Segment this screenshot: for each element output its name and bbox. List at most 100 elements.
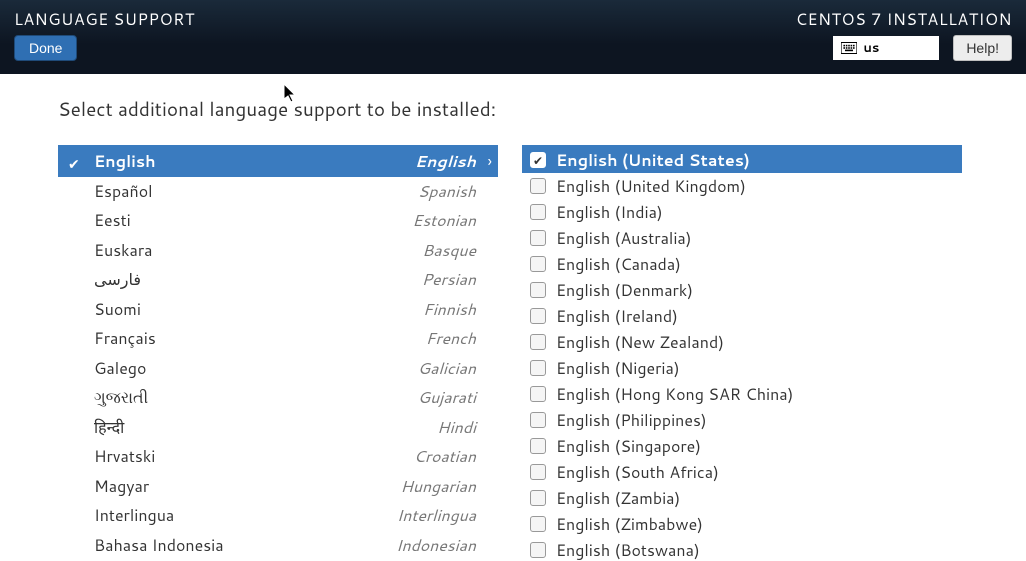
language-native-label: Bahasa Indonesia xyxy=(94,534,396,557)
locale-row[interactable]: English (Singapore) xyxy=(522,433,962,459)
locale-checkbox[interactable] xyxy=(530,464,546,480)
locale-label: English (Zambia) xyxy=(556,487,680,510)
locale-label: English (Canada) xyxy=(556,253,681,276)
locale-label: English (United States) xyxy=(556,149,750,172)
language-list[interactable]: ✔EnglishEnglish›EspañolSpanishEestiEston… xyxy=(58,145,498,561)
language-english-label: Interlingua xyxy=(397,504,484,527)
top-bar-left: LANGUAGE SUPPORT Done xyxy=(14,8,195,61)
language-row[interactable]: InterlinguaInterlingua xyxy=(58,501,498,531)
locale-row[interactable]: English (Canada) xyxy=(522,251,962,277)
locale-label: English (Australia) xyxy=(556,227,692,250)
language-row[interactable]: EspañolSpanish xyxy=(58,177,498,207)
locale-row[interactable]: English (South Africa) xyxy=(522,459,962,485)
locale-checkbox[interactable] xyxy=(530,152,546,168)
language-english-label: Estonian xyxy=(412,209,484,232)
keyboard-icon xyxy=(841,42,857,54)
locale-checkbox[interactable] xyxy=(530,256,546,272)
language-native-label: Interlingua xyxy=(94,504,397,527)
done-button[interactable]: Done xyxy=(14,35,77,61)
language-row[interactable]: ✔EnglishEnglish› xyxy=(58,147,498,177)
locale-label: English (United Kingdom) xyxy=(556,175,746,198)
locale-row[interactable]: English (United Kingdom) xyxy=(522,173,962,199)
language-row[interactable]: SuomiFinnish xyxy=(58,295,498,325)
locale-checkbox[interactable] xyxy=(530,282,546,298)
locale-checkbox[interactable] xyxy=(530,308,546,324)
locale-checkbox[interactable] xyxy=(530,360,546,376)
language-row[interactable]: EuskaraBasque xyxy=(58,236,498,266)
locale-label: English (Nigeria) xyxy=(556,357,680,380)
top-bar: LANGUAGE SUPPORT Done CENTOS 7 INSTALLAT… xyxy=(0,0,1026,74)
locale-label: English (Botswana) xyxy=(556,539,700,561)
language-row[interactable]: فارسیPersian xyxy=(58,265,498,295)
locale-checkbox[interactable] xyxy=(530,542,546,558)
language-row[interactable]: HrvatskiCroatian xyxy=(58,442,498,472)
language-english-label: Croatian xyxy=(413,445,484,468)
lists-container: ✔EnglishEnglish›EspañolSpanishEestiEston… xyxy=(58,145,994,561)
locale-label: English (South Africa) xyxy=(556,461,719,484)
language-native-label: Español xyxy=(94,180,418,203)
locale-checkbox[interactable] xyxy=(530,386,546,402)
language-english-label: French xyxy=(426,327,484,350)
language-native-label: Français xyxy=(94,327,426,350)
language-native-label: Galego xyxy=(94,357,418,380)
language-row[interactable]: MagyarHungarian xyxy=(58,472,498,502)
prompt-text: Select additional language support to be… xyxy=(58,96,994,123)
locale-row[interactable]: English (Zambia) xyxy=(522,485,962,511)
language-row[interactable]: ગુજરાતીGujarati xyxy=(58,383,498,413)
locale-checkbox[interactable] xyxy=(530,334,546,350)
language-native-label: ગુજરાતી xyxy=(94,386,418,409)
locale-checkbox[interactable] xyxy=(530,204,546,220)
keyboard-layout-indicator[interactable]: us xyxy=(833,36,939,60)
language-english-label: Persian xyxy=(422,268,484,291)
language-native-label: Magyar xyxy=(94,475,400,498)
language-english-label: Spanish xyxy=(418,180,484,203)
language-native-label: فارسی xyxy=(94,268,422,291)
language-english-label: Galician xyxy=(418,357,484,380)
locale-row[interactable]: English (Australia) xyxy=(522,225,962,251)
locale-label: English (Zimbabwe) xyxy=(556,513,703,536)
language-row[interactable]: GalegoGalician xyxy=(58,354,498,384)
language-english-label: Gujarati xyxy=(418,386,484,409)
locale-row[interactable]: English (Nigeria) xyxy=(522,355,962,381)
language-row[interactable]: Bahasa IndonesiaIndonesian xyxy=(58,531,498,561)
help-button[interactable]: Help! xyxy=(953,35,1012,61)
language-english-label: Indonesian xyxy=(396,534,484,557)
locale-row[interactable]: English (United States) xyxy=(522,147,962,173)
locale-row[interactable]: English (New Zealand) xyxy=(522,329,962,355)
language-english-label: English xyxy=(415,150,484,173)
locale-row[interactable]: English (Philippines) xyxy=(522,407,962,433)
content: Select additional language support to be… xyxy=(0,74,1026,561)
locale-row[interactable]: English (Hong Kong SAR China) xyxy=(522,381,962,407)
language-row[interactable]: EestiEstonian xyxy=(58,206,498,236)
language-native-label: Eesti xyxy=(94,209,412,232)
language-native-label: Suomi xyxy=(94,298,423,321)
language-native-label: Hrvatski xyxy=(94,445,413,468)
locale-row[interactable]: English (India) xyxy=(522,199,962,225)
keyboard-layout-label: us xyxy=(863,39,879,57)
locale-checkbox[interactable] xyxy=(530,230,546,246)
language-english-label: Finnish xyxy=(423,298,484,321)
locale-row[interactable]: English (Ireland) xyxy=(522,303,962,329)
install-title: CENTOS 7 INSTALLATION xyxy=(796,8,1012,31)
locale-row[interactable]: English (Zimbabwe) xyxy=(522,511,962,537)
locale-row[interactable]: English (Denmark) xyxy=(522,277,962,303)
language-english-label: Basque xyxy=(422,239,484,262)
locale-list[interactable]: English (United States) English (United K… xyxy=(522,145,962,561)
locale-label: English (New Zealand) xyxy=(556,331,724,354)
language-row[interactable]: हिन्दीHindi xyxy=(58,413,498,443)
language-native-label: Euskara xyxy=(94,239,422,262)
locale-checkbox[interactable] xyxy=(530,490,546,506)
locale-row[interactable]: English (Botswana) xyxy=(522,537,962,561)
locale-checkbox[interactable] xyxy=(530,438,546,454)
right-controls: us Help! xyxy=(833,35,1012,61)
page-title: LANGUAGE SUPPORT xyxy=(14,8,195,31)
locale-checkbox[interactable] xyxy=(530,412,546,428)
language-row[interactable]: FrançaisFrench xyxy=(58,324,498,354)
language-native-label: English xyxy=(94,150,415,173)
check-icon: ✔ xyxy=(68,154,80,174)
locale-label: English (India) xyxy=(556,201,663,224)
chevron-right-icon: › xyxy=(488,150,492,173)
locale-checkbox[interactable] xyxy=(530,178,546,194)
locale-label: English (Hong Kong SAR China) xyxy=(556,383,793,406)
locale-checkbox[interactable] xyxy=(530,516,546,532)
